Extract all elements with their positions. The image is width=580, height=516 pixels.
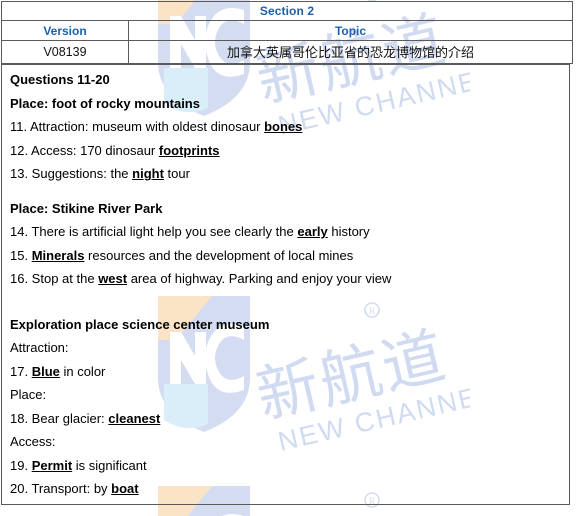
question-12-answer: footprints bbox=[158, 142, 220, 158]
table-row-section-title: Section 2 bbox=[1, 1, 573, 21]
label-access: Access: bbox=[10, 434, 56, 449]
question-19-prefix: 19. bbox=[10, 457, 32, 473]
question-14-answer: early bbox=[297, 224, 328, 239]
column-header-topic: Topic bbox=[128, 20, 573, 41]
question-19-suffix: is significant bbox=[72, 457, 147, 473]
question-12-prefix: 12. Access: 170 dinosaur bbox=[10, 142, 159, 158]
question-14-prefix: 14. There is artificial light help you s… bbox=[10, 224, 298, 239]
question-13-suffix: tour bbox=[163, 166, 190, 181]
version-cell: V08139 bbox=[1, 40, 129, 64]
question-item-12: 12. Access: 170 dinosaur footprints bbox=[10, 139, 569, 163]
question-item-13: 13. Suggestions: the night tour bbox=[10, 162, 569, 186]
question-16-answer: west bbox=[98, 271, 128, 286]
question-18-answer: cleanest bbox=[108, 410, 161, 426]
question-item-17: 17. Blue in color bbox=[10, 360, 569, 384]
question-18-prefix: 18. Bear glacier: bbox=[10, 410, 109, 426]
question-item-19: 19. Permit is significant bbox=[10, 454, 569, 478]
question-13-answer: night bbox=[132, 166, 164, 181]
section-info-table: Section 2 Version Topic V08139 加拿大英属哥伦比亚… bbox=[1, 1, 573, 64]
question-15-suffix: resources and the development of local m… bbox=[84, 247, 354, 263]
label-place: Place: bbox=[10, 387, 47, 402]
place-heading-2: Place: Stikine River Park bbox=[10, 200, 163, 216]
version-value: V08139 bbox=[43, 45, 87, 59]
questions-content-box: Questions 11-20 Place: foot of rocky mou… bbox=[1, 64, 570, 505]
question-11-prefix: 11. Attraction: museum with oldest dinos… bbox=[10, 119, 265, 134]
place-heading-3: Exploration place science center museum bbox=[10, 316, 270, 332]
question-17-prefix: 17. bbox=[10, 363, 32, 379]
question-13-prefix: 13. Suggestions: the bbox=[10, 166, 133, 181]
questions-heading: Questions 11-20 bbox=[10, 72, 110, 87]
question-15-prefix: 15. bbox=[10, 247, 32, 263]
question-item-15: 15. Minerals resources and the developme… bbox=[10, 244, 569, 268]
topic-value: 加拿大英属哥伦比亚省的恐龙博物馆的介绍 bbox=[226, 45, 474, 60]
label-attraction: Attraction: bbox=[10, 340, 69, 355]
question-17-answer: Blue bbox=[31, 363, 60, 379]
column-header-version: Version bbox=[1, 20, 129, 41]
section-title: Section 2 bbox=[259, 4, 315, 18]
table-row-headers: Version Topic bbox=[1, 20, 573, 41]
question-14-suffix: history bbox=[327, 224, 370, 239]
question-item-14: 14. There is artificial light help you s… bbox=[10, 220, 569, 244]
question-19-answer: Permit bbox=[31, 457, 73, 473]
question-item-11: 11. Attraction: museum with oldest dinos… bbox=[10, 115, 569, 139]
question-item-20: 20. Transport: by boat bbox=[10, 477, 569, 501]
document-page: R 新航道 NEW CHANNEL R bbox=[0, 0, 580, 516]
topic-cell: 加拿大英属哥伦比亚省的恐龙博物馆的介绍 bbox=[128, 40, 573, 64]
question-17-suffix: in color bbox=[59, 363, 106, 379]
place-heading-1: Place: foot of rocky mountains bbox=[10, 95, 200, 111]
svg-text:新航道: 新航道 bbox=[250, 508, 454, 516]
question-item-16: 16. Stop at the west area of highway. Pa… bbox=[10, 267, 569, 291]
question-16-suffix: area of highway. Parking and enjoy your … bbox=[127, 271, 392, 286]
column-header-version-label: Version bbox=[43, 23, 87, 38]
question-20-prefix: 20. Transport: by bbox=[10, 481, 112, 496]
section-title-cell: Section 2 bbox=[1, 1, 573, 21]
question-item-18: 18. Bear glacier: cleanest bbox=[10, 407, 569, 431]
question-11-answer: bones bbox=[264, 119, 303, 134]
question-20-answer: boat bbox=[111, 481, 139, 496]
column-header-topic-label: Topic bbox=[334, 23, 367, 38]
question-15-answer: Minerals bbox=[31, 247, 85, 263]
table-row-data: V08139 加拿大英属哥伦比亚省的恐龙博物馆的介绍 bbox=[1, 40, 573, 64]
question-16-prefix: 16. Stop at the bbox=[10, 271, 99, 286]
